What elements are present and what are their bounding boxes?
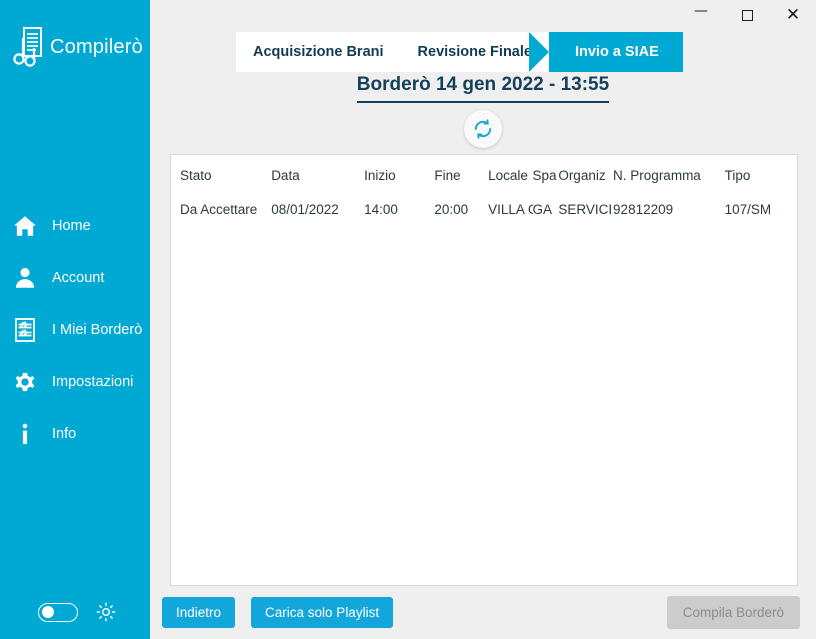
sidebar-item-label: Account bbox=[52, 270, 105, 286]
sidebar-item-i-miei-bordero[interactable]: I Miei Borderò bbox=[0, 304, 150, 356]
sidebar: Compilerò Home Account I Miei Borderò Im… bbox=[0, 0, 150, 639]
page-title-container: Borderò 14 gen 2022 - 13:55 bbox=[150, 74, 816, 103]
sidebar-item-impostazioni[interactable]: Impostazioni bbox=[0, 356, 150, 408]
column-header-fine[interactable]: Fine bbox=[434, 155, 488, 196]
bordero-table-panel[interactable]: Stato Data Inizio Fine Locale Spa Organi… bbox=[170, 154, 798, 586]
column-header-data[interactable]: Data bbox=[271, 155, 364, 196]
tab-invio-a-siae[interactable]: Invio a SIAE bbox=[528, 32, 683, 72]
cell-stato: Da Accettare bbox=[180, 202, 258, 217]
sidebar-item-account[interactable]: Account bbox=[0, 252, 150, 304]
theme-toggle-knob bbox=[42, 606, 54, 618]
sidebar-item-info[interactable]: Info bbox=[0, 408, 150, 460]
minimize-button[interactable]: — bbox=[678, 0, 724, 30]
cell-tipo: 107/SM bbox=[724, 202, 772, 217]
sidebar-footer bbox=[0, 585, 150, 639]
page-title: Borderò 14 gen 2022 - 13:55 bbox=[356, 74, 610, 103]
table-row[interactable]: Da Accettare 08/01/2022 14:00 20:00 VILL… bbox=[171, 196, 797, 223]
tab-revisione-finale[interactable]: Revisione Finale bbox=[400, 32, 549, 72]
maximize-button[interactable] bbox=[724, 0, 770, 30]
sidebar-item-label: Info bbox=[52, 426, 77, 442]
step-nav: Acquisizione Brani Revisione Finale Invi… bbox=[236, 32, 683, 72]
sidebar-item-label: I Miei Borderò bbox=[52, 322, 143, 338]
refresh-icon bbox=[474, 119, 492, 139]
info-icon bbox=[12, 421, 38, 447]
bottom-bar: Indietro Carica solo Playlist Compila Bo… bbox=[150, 586, 816, 639]
cell-n-programma: 92812209 bbox=[613, 202, 674, 217]
user-icon bbox=[12, 265, 38, 291]
column-header-spazio[interactable]: Spa bbox=[533, 155, 559, 196]
load-playlist-button[interactable]: Carica solo Playlist bbox=[251, 597, 394, 628]
theme-toggle[interactable] bbox=[38, 602, 78, 622]
score-sheet-icon bbox=[12, 317, 38, 343]
brand: Compilerò bbox=[0, 0, 150, 68]
gear-icon bbox=[12, 369, 38, 395]
column-header-n-programma[interactable]: N. Programma bbox=[613, 155, 725, 196]
back-button[interactable]: Indietro bbox=[162, 597, 236, 628]
main-content: Acquisizione Brani Revisione Finale Invi… bbox=[150, 30, 816, 639]
table-header-row: Stato Data Inizio Fine Locale Spa Organi… bbox=[171, 155, 797, 196]
tab-label: Acquisizione Brani bbox=[253, 44, 384, 60]
app-logo-icon bbox=[13, 27, 42, 67]
sidebar-item-home[interactable]: Home bbox=[0, 200, 150, 252]
tab-label: Invio a SIAE bbox=[574, 44, 659, 60]
compile-bordero-button[interactable]: Compila Borderò bbox=[666, 596, 800, 629]
application-window: — ✕ Compilerò Home Account I Miei Border… bbox=[0, 0, 816, 639]
minimize-icon: — bbox=[694, 3, 708, 19]
bordero-table: Stato Data Inizio Fine Locale Spa Organi… bbox=[171, 155, 797, 223]
title-bar: — ✕ bbox=[150, 0, 816, 30]
cell-locale: VILLA C bbox=[488, 202, 532, 217]
maximize-icon bbox=[741, 9, 753, 21]
cell-fine: 20:00 bbox=[434, 202, 469, 217]
sidebar-item-label: Home bbox=[52, 218, 91, 234]
column-header-tipo[interactable]: Tipo bbox=[725, 155, 797, 196]
tab-acquisizione-brani[interactable]: Acquisizione Brani bbox=[236, 32, 401, 72]
refresh-container bbox=[150, 110, 816, 148]
close-icon: ✕ bbox=[785, 4, 801, 25]
cell-spazio: GA bbox=[532, 202, 553, 217]
column-header-inizio[interactable]: Inizio bbox=[364, 155, 434, 196]
column-header-locale[interactable]: Locale bbox=[488, 155, 532, 196]
close-button[interactable]: ✕ bbox=[770, 0, 816, 30]
column-header-stato[interactable]: Stato bbox=[171, 155, 271, 196]
cell-organizzatore: SERVICI bbox=[558, 202, 613, 217]
home-icon bbox=[12, 213, 38, 239]
cell-data: 08/01/2022 bbox=[271, 202, 339, 217]
sidebar-nav: Home Account I Miei Borderò Impostazioni… bbox=[0, 200, 150, 460]
sun-icon[interactable] bbox=[96, 602, 116, 622]
sidebar-item-label: Impostazioni bbox=[52, 374, 134, 390]
brand-name: Compilerò bbox=[50, 35, 143, 58]
column-header-organizzatore[interactable]: Organiz bbox=[558, 155, 613, 196]
tab-label: Revisione Finale bbox=[417, 44, 532, 60]
refresh-button[interactable] bbox=[464, 110, 502, 148]
cell-inizio: 14:00 bbox=[364, 202, 398, 217]
